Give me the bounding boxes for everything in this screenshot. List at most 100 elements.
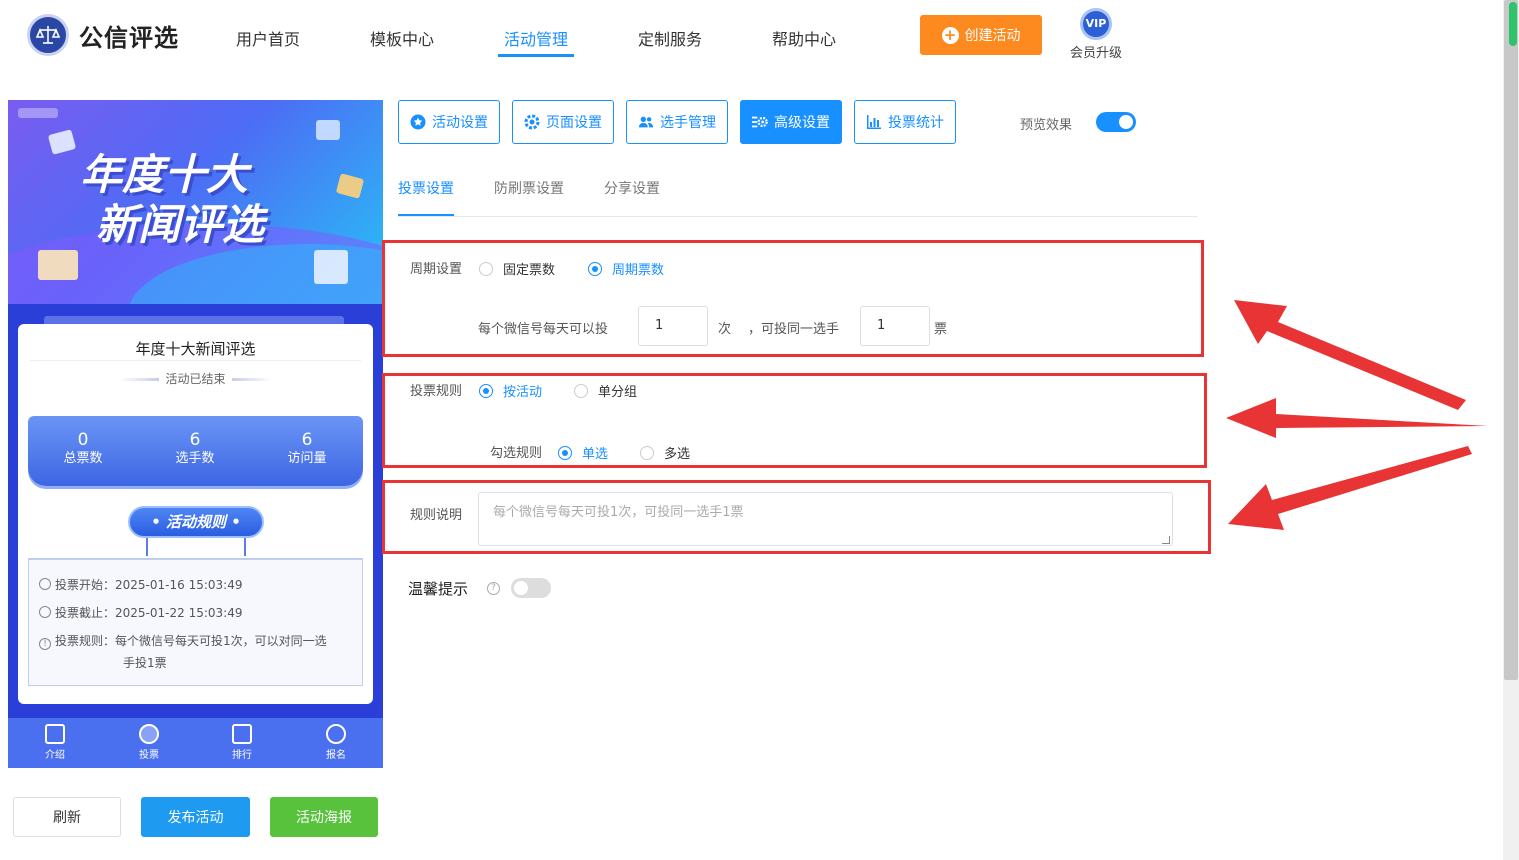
brand-name: 公信评选 xyxy=(79,23,179,52)
stat-label: 总票数 xyxy=(63,451,103,466)
tab-vote-settings[interactable]: 投票设置 xyxy=(398,178,454,198)
player-management-button[interactable]: 选手管理 xyxy=(626,100,728,144)
clock-icon xyxy=(39,606,51,618)
preview-toggle-label: 预览效果 xyxy=(1020,118,1073,133)
nav-custom-service[interactable]: 定制服务 xyxy=(638,26,702,50)
stat-value: 0 xyxy=(77,430,89,450)
tab-anti-fraud-settings[interactable]: 防刷票设置 xyxy=(494,178,564,198)
activity-card: 年度十大新闻评选 活动已结束 0 总票数 6 选手数 6 访问量 • 活动规则 … xyxy=(18,324,373,704)
advanced-settings-button[interactable]: 高级设置 xyxy=(740,100,842,144)
stat-label: 选手数 xyxy=(175,451,215,466)
toggle-knob xyxy=(1119,115,1133,129)
scroll-icon xyxy=(38,250,78,280)
vote-icon xyxy=(139,724,159,744)
gear-icon xyxy=(524,114,540,130)
check-rule-label: 勾选规则 xyxy=(490,446,543,461)
radio-circle xyxy=(479,261,493,276)
annotation-arrow-2 xyxy=(1226,398,1488,438)
radio-single-choice[interactable]: 单选 xyxy=(558,443,608,462)
radio-label: 单分组 xyxy=(598,385,638,400)
tab-label: 排行 xyxy=(232,750,252,761)
activity-title: 年度十大新闻评选 xyxy=(135,340,256,358)
vip-label: 会员升级 xyxy=(1069,46,1122,61)
times-unit: 次 xyxy=(718,322,732,337)
tip-toggle[interactable] xyxy=(511,578,551,598)
activity-settings-button[interactable]: 活动设置 xyxy=(398,100,500,144)
button-label: 高级设置 xyxy=(774,115,830,131)
refresh-button[interactable]: 刷新 xyxy=(13,797,121,837)
brand-logo[interactable]: 公信评选 xyxy=(27,14,179,56)
calendar-icon xyxy=(314,250,348,284)
tab-share-settings[interactable]: 分享设置 xyxy=(604,178,660,198)
stat-players: 6 选手数 xyxy=(150,430,240,468)
per-day-votes-input[interactable]: 1 xyxy=(638,306,708,346)
nav-templates[interactable]: 模板中心 xyxy=(370,26,434,50)
annotation-arrow-3 xyxy=(1228,446,1472,530)
radio-label: 周期票数 xyxy=(612,263,665,278)
question-icon[interactable]: ? xyxy=(487,582,500,595)
nav-home[interactable]: 用户首页 xyxy=(236,26,300,50)
tab-label: 介绍 xyxy=(45,750,65,761)
chart-icon xyxy=(232,724,252,744)
info-vote-rule: ! 投票规则：每个微信号每天可投1次，可以对同一选 xyxy=(39,630,327,652)
nav-help-center[interactable]: 帮助中心 xyxy=(772,26,836,50)
radio-circle xyxy=(479,383,493,398)
rules-connector xyxy=(146,538,148,556)
tab-intro[interactable]: 介绍 xyxy=(25,724,85,761)
plus-icon: + xyxy=(941,26,959,44)
resize-handle[interactable] xyxy=(1162,536,1170,544)
stat-value: 6 xyxy=(189,430,201,450)
stat-visits: 6 访问量 xyxy=(262,430,352,468)
preview-tabbar: 介绍 投票 排行 报名 xyxy=(8,718,383,768)
annotation-arrow-1 xyxy=(1234,300,1466,410)
bar-chart-icon xyxy=(866,114,882,130)
radio-multi-choice[interactable]: 多选 xyxy=(640,443,690,462)
vip-icon: VIP xyxy=(1080,8,1112,40)
vote-rule-label: 投票规则 xyxy=(410,384,463,399)
page-settings-button[interactable]: 页面设置 xyxy=(512,100,614,144)
tab-vote[interactable]: 投票 xyxy=(119,724,179,761)
publish-activity-button[interactable]: 发布活动 xyxy=(141,797,250,837)
scales-icon xyxy=(27,14,69,56)
activity-poster-button[interactable]: 活动海报 xyxy=(270,797,378,837)
page-scrollbar-thumb[interactable] xyxy=(1504,0,1518,680)
radio-circle xyxy=(588,261,602,276)
vote-statistics-button[interactable]: 投票统计 xyxy=(854,100,956,144)
rule-desc-textarea[interactable]: 每个微信号每天可投1次，可投同一选手1票 xyxy=(478,492,1173,546)
mobile-preview: 年度十大 新闻评选 年度十大新闻评选 活动已结束 0 总票数 6 选手数 6 访… xyxy=(8,100,383,768)
stats-panel: 0 总票数 6 选手数 6 访问量 xyxy=(28,416,363,486)
nav-activity-management[interactable]: 活动管理 xyxy=(504,26,568,50)
radio-single-group[interactable]: 单分组 xyxy=(574,381,637,400)
banner-title-line1: 年度十大 xyxy=(80,150,249,199)
note-icon xyxy=(335,173,365,199)
info-value: 每个微信号每天可投1次，可以对同一选 xyxy=(115,634,327,648)
radio-periodic-votes[interactable]: 周期票数 xyxy=(588,259,664,278)
activity-status: 活动已结束 xyxy=(18,370,373,387)
radio-circle xyxy=(640,445,654,460)
preview-banner: 年度十大 新闻评选 xyxy=(8,100,383,304)
tab-label: 投票 xyxy=(139,750,159,761)
radio-by-activity[interactable]: 按活动 xyxy=(479,381,542,400)
rule-desc-label: 规则说明 xyxy=(410,508,463,523)
votes-unit: 票 xyxy=(934,322,948,337)
tab-signup[interactable]: 报名 xyxy=(306,724,366,761)
vip-upgrade[interactable]: VIP 会员升级 xyxy=(1066,8,1126,61)
banner-title-line2: 新闻评选 xyxy=(96,200,265,249)
button-label: 选手管理 xyxy=(660,115,716,131)
stat-label: 访问量 xyxy=(287,451,327,466)
preview-toggle[interactable] xyxy=(1096,112,1136,132)
radio-circle xyxy=(558,445,572,460)
tip-label: 温馨提示 xyxy=(408,580,469,598)
radio-label: 按活动 xyxy=(503,385,543,400)
blurred-mark xyxy=(18,108,58,118)
user-icon xyxy=(326,724,346,744)
create-activity-button[interactable]: + 创建活动 xyxy=(920,15,1042,55)
info-value: 2025-01-16 15:03:49 xyxy=(115,578,243,592)
banner-title: 年度十大 新闻评选 xyxy=(80,150,264,250)
radio-label: 多选 xyxy=(664,447,691,462)
same-player-votes-input[interactable]: 1 xyxy=(860,306,930,346)
tab-ranking[interactable]: 排行 xyxy=(212,724,272,761)
radio-fixed-votes[interactable]: 固定票数 xyxy=(479,259,555,278)
subtab-divider xyxy=(398,216,1198,217)
activity-rules-button[interactable]: • 活动规则 • xyxy=(128,506,264,538)
